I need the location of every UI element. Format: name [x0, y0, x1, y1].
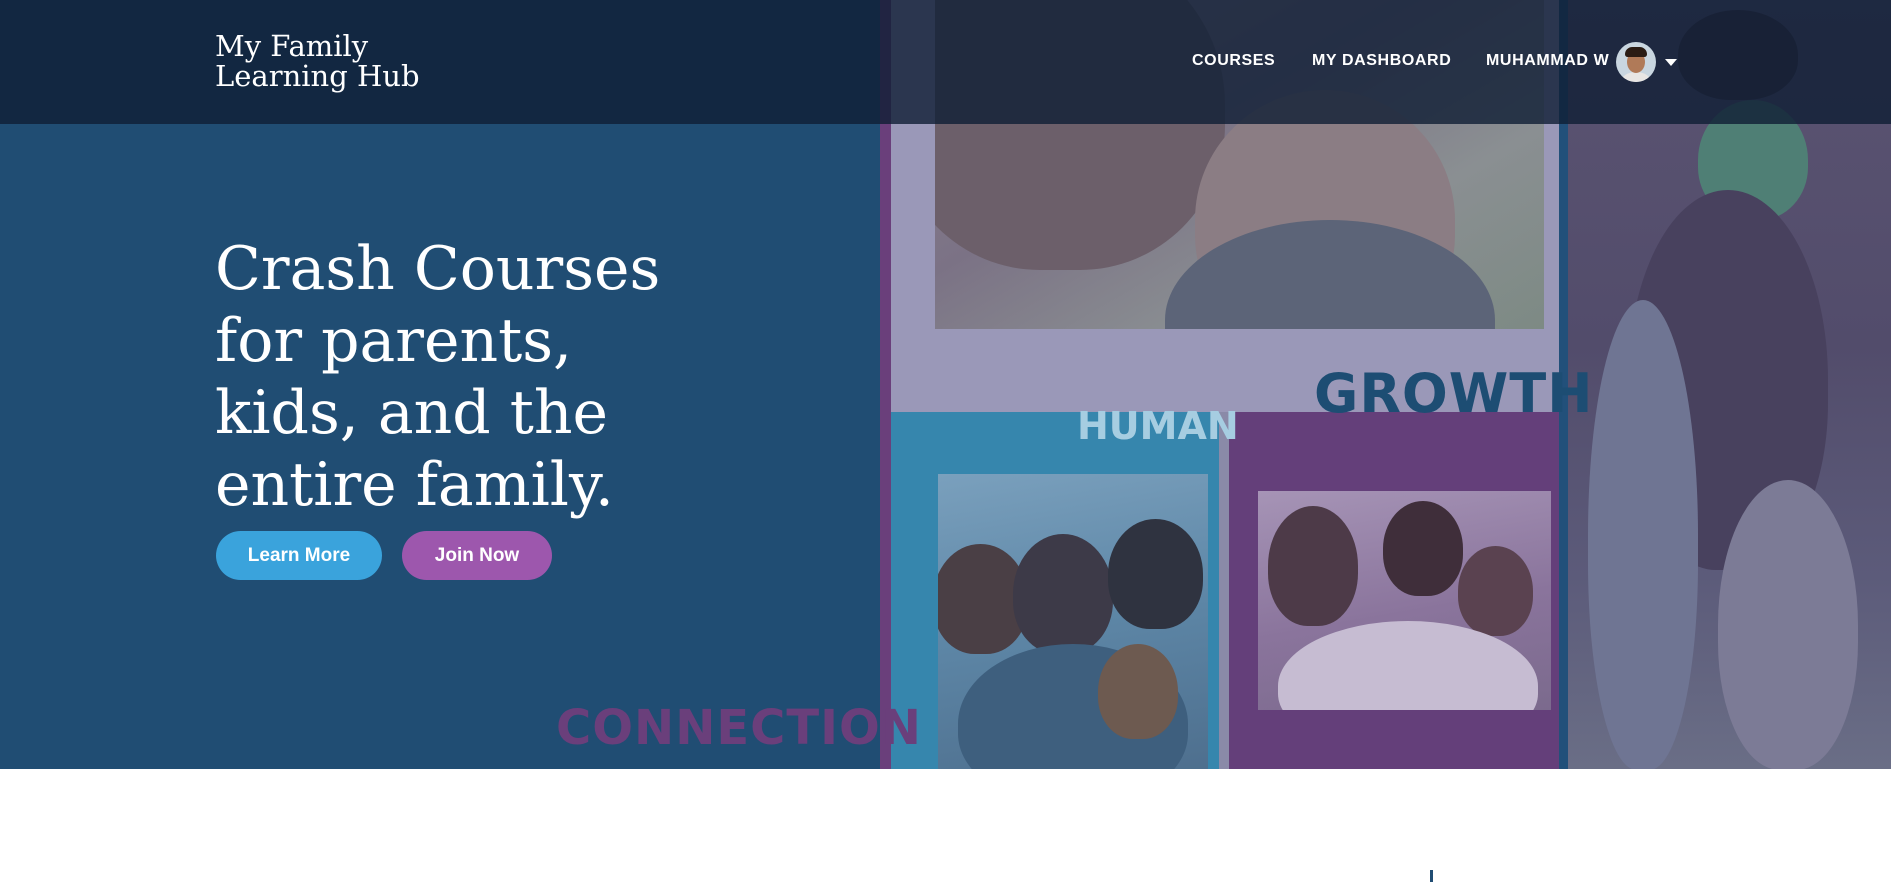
collage-word-growth: GROWTH: [1314, 362, 1594, 425]
avatar[interactable]: [1616, 42, 1656, 82]
photo-family-selfie: [938, 474, 1208, 769]
collage-word-connection: CONNECTION: [556, 700, 922, 756]
collage-divider: [1219, 412, 1229, 769]
nav-courses-link[interactable]: COURSES: [1192, 52, 1275, 70]
logo-line-2: Learning Hub: [215, 59, 420, 93]
collage-word-human: HUMAN: [1077, 404, 1239, 448]
logo-line-1: My Family: [215, 29, 369, 63]
site-logo[interactable]: My Family Learning Hub: [215, 31, 420, 91]
content-marker: [1430, 870, 1433, 882]
nav-dashboard-link[interactable]: MY DASHBOARD: [1312, 52, 1451, 70]
hero-title: Crash Courses for parents, kids, and the…: [215, 234, 661, 520]
user-menu-name[interactable]: MUHAMMAD W: [1486, 52, 1609, 70]
learn-more-button[interactable]: Learn More: [216, 531, 382, 580]
chevron-down-icon[interactable]: [1665, 59, 1677, 66]
photo-family-laughing: [1258, 491, 1551, 710]
top-navbar: My Family Learning Hub COURSES MY DASHBO…: [0, 0, 1891, 124]
join-now-button[interactable]: Join Now: [402, 531, 552, 580]
